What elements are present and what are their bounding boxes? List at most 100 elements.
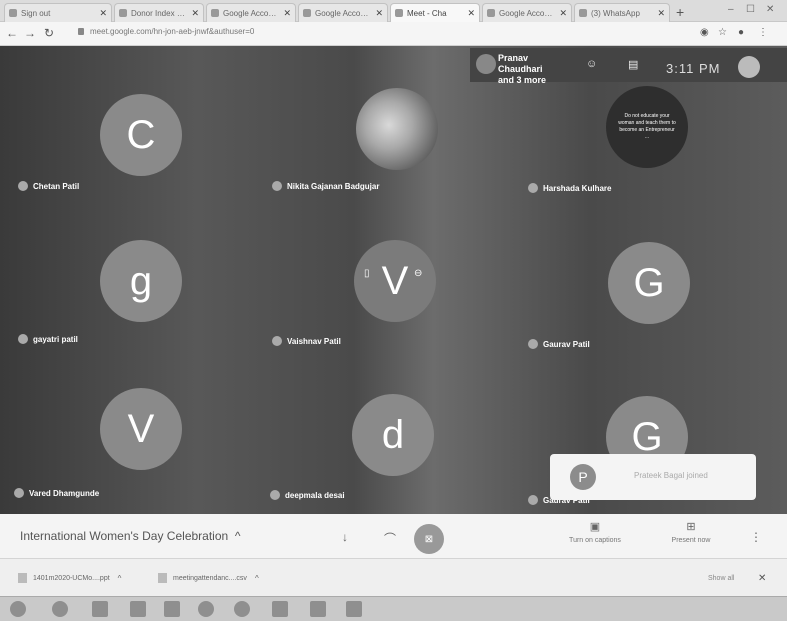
captions-button[interactable]: ▣ Turn on captions	[560, 520, 630, 544]
chrome-icon[interactable]	[198, 601, 214, 617]
camera-blocked-icon[interactable]: ◉	[700, 27, 709, 38]
participant-name: Nikita Gajanan Badgujar	[287, 181, 380, 191]
url-field[interactable]: meet.google.com/hn-jon-aeb-jnwf&authuser…	[78, 27, 254, 36]
mini-avatar-icon	[270, 490, 280, 500]
tab-sign-out[interactable]: Sign out ✕	[4, 3, 112, 22]
chevron-up-icon[interactable]: ^	[118, 574, 122, 583]
present-now-button[interactable]: ⊞ Present now	[656, 520, 726, 544]
minimize-button[interactable]: –	[728, 4, 734, 15]
meet-header: Pranav Chaudhari and 3 more ☺ ▤ 3:11 PM	[470, 48, 787, 85]
tab-favicon-icon	[487, 9, 495, 17]
chat-icon[interactable]: ▤	[628, 58, 638, 71]
download-filename: meetingattendanc....csv	[173, 574, 247, 582]
ie-icon[interactable]	[52, 601, 68, 617]
download-filename: 1401m2020-UCMo....ppt	[33, 574, 110, 582]
tab-close-icon[interactable]: ✕	[467, 8, 475, 19]
participant-avatar-gaurav-1: G	[608, 242, 690, 324]
participant-avatar-deepmala: d	[352, 394, 434, 476]
participant-avatar-harshada: Do not educate your woman and teach them…	[606, 86, 688, 168]
menu-dots-icon[interactable]: ⋮	[758, 27, 768, 38]
mini-avatar-icon	[528, 339, 538, 349]
chevron-up-icon: ^	[231, 529, 241, 543]
host-line-2: and 3 more	[498, 75, 547, 85]
tab-title: (3) WhatsApp	[591, 8, 640, 18]
people-icon[interactable]: ☺	[586, 58, 597, 70]
tab-google-account-1[interactable]: Google Account ✕	[206, 3, 296, 22]
meeting-title: International Women's Day Celebration	[20, 529, 229, 543]
tab-close-icon[interactable]: ✕	[283, 8, 291, 19]
close-window-button[interactable]: ✕	[766, 4, 774, 15]
participant-name-chetan: Chetan Patil	[18, 181, 79, 191]
document-icon[interactable]	[346, 601, 362, 617]
participant-avatar-vaishnav: V	[354, 240, 436, 322]
media-player-icon[interactable]	[130, 601, 146, 617]
app-icon[interactable]	[234, 601, 250, 617]
tab-title: Google Account	[499, 8, 556, 18]
reload-icon[interactable]: ↻	[44, 26, 54, 40]
tab-google-account-2[interactable]: Google Account ✕	[298, 3, 388, 22]
file-icon	[18, 573, 27, 583]
profile-icon[interactable]: ●	[738, 27, 744, 38]
maximize-button[interactable]: ☐	[746, 4, 755, 15]
meet-stage: Pranav Chaudhari and 3 more ☺ ▤ 3:11 PM …	[0, 46, 787, 514]
tab-meet[interactable]: Meet - Cha ✕	[390, 3, 480, 22]
chevron-up-icon[interactable]: ^	[255, 574, 259, 583]
tab-favicon-icon	[211, 9, 219, 17]
file-icon	[158, 573, 167, 583]
tab-google-account-3[interactable]: Google Account ✕	[482, 3, 572, 22]
show-all-downloads[interactable]: Show all	[708, 575, 734, 582]
camera-off-button[interactable]: ⊠	[414, 524, 444, 554]
avatar-initial: G	[631, 414, 663, 459]
participant-name: Vared Dhamgunde	[29, 488, 100, 498]
tab-donor-index[interactable]: Donor Index (Pe) ✕	[114, 3, 204, 22]
present-icon: ⊞	[686, 521, 696, 533]
tab-favicon-icon	[119, 9, 127, 17]
toast-avatar: P	[570, 464, 596, 490]
tab-title: Meet - Cha	[407, 8, 447, 18]
close-downloads-icon[interactable]: ✕	[758, 573, 766, 584]
tab-whatsapp[interactable]: (3) WhatsApp ✕	[574, 3, 670, 22]
avatar-initial: G	[633, 260, 665, 305]
mini-avatar-icon	[528, 495, 538, 505]
microphone-icon[interactable]: ↓	[342, 530, 348, 544]
explorer-icon[interactable]	[92, 601, 108, 617]
tab-close-icon[interactable]: ✕	[559, 8, 567, 19]
download-item[interactable]: meetingattendanc....csv ^	[158, 573, 259, 583]
tab-close-icon[interactable]: ✕	[657, 8, 665, 19]
mini-avatar-icon	[14, 488, 24, 498]
tab-close-icon[interactable]: ✕	[375, 8, 383, 19]
self-avatar[interactable]	[738, 56, 760, 78]
meeting-details-toggle[interactable]: International Women's Day Celebration ^	[20, 529, 241, 543]
participant-name-gaurav-1: Gaurav Patil	[528, 339, 590, 349]
download-item[interactable]: 1401m2020-UCMo....ppt ^	[18, 573, 121, 583]
participant-name-nikita: Nikita Gajanan Badgujar	[272, 181, 379, 191]
tab-close-icon[interactable]: ✕	[191, 8, 199, 19]
participant-name: Harshada Kulhare	[543, 183, 612, 193]
calculator-icon[interactable]	[272, 601, 288, 617]
tab-favicon-icon	[395, 9, 403, 17]
tab-close-icon[interactable]: ✕	[99, 8, 107, 19]
participant-name-deepmala: deepmala desai	[270, 490, 345, 500]
more-options-icon[interactable]: ⋮	[750, 530, 762, 544]
bookmark-star-icon[interactable]: ☆	[718, 27, 727, 38]
pdf-icon[interactable]	[310, 601, 326, 617]
lock-icon	[78, 28, 84, 35]
meeting-control-bar: International Women's Day Celebration ^ …	[0, 514, 787, 558]
mini-avatar-icon	[18, 181, 28, 191]
pin-icon[interactable]: ⊖	[414, 268, 422, 279]
captions-icon: ▣	[589, 521, 601, 533]
hang-up-icon[interactable]: ⌒	[384, 530, 396, 547]
save-icon[interactable]	[164, 601, 180, 617]
start-icon[interactable]	[10, 601, 26, 617]
tab-title: Sign out	[21, 8, 51, 18]
avatar-initial: g	[129, 258, 153, 303]
back-arrow-icon[interactable]: ←	[6, 26, 18, 40]
downloads-bar: 1401m2020-UCMo....ppt ^ meetingattendanc…	[0, 558, 787, 596]
address-bar: ← → ↻ meet.google.com/hn-jon-aeb-jnwf&au…	[0, 22, 787, 46]
tab-strip: Sign out ✕ Donor Index (Pe) ✕ Google Acc…	[0, 0, 787, 22]
url-text: meet.google.com/hn-jon-aeb-jnwf&authuser…	[90, 27, 255, 36]
forward-arrow-icon[interactable]: →	[24, 26, 36, 40]
new-tab-button[interactable]: +	[676, 4, 684, 20]
participant-name-vaishnav: Vaishnav Patil	[272, 336, 341, 346]
mini-avatar-icon	[272, 181, 282, 191]
